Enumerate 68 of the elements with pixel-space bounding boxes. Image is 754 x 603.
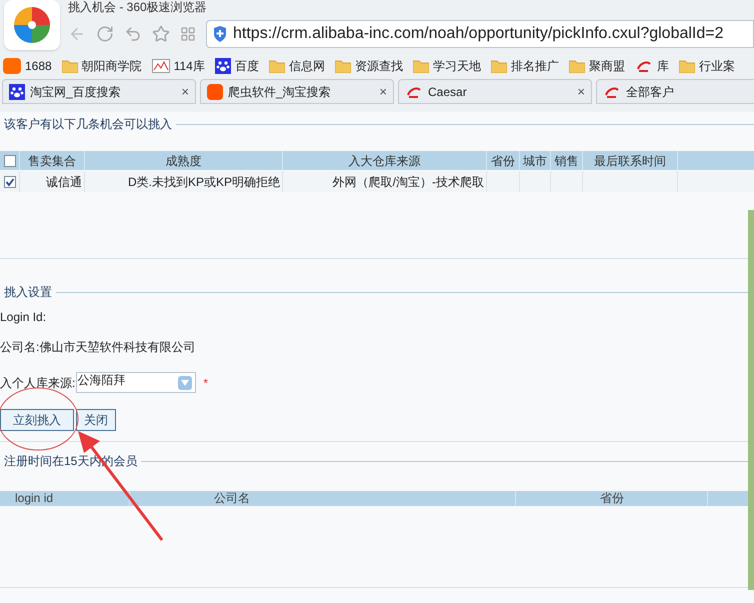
action-button[interactable]: 关闭 bbox=[76, 409, 116, 431]
company-name: 公司名:佛山市天堃软件科技有限公司 bbox=[0, 339, 196, 356]
table-cell-text: 外网（爬取/淘宝）-技术爬取 bbox=[332, 174, 484, 190]
column-header: 入大仓库来源 bbox=[348, 152, 420, 170]
bookmark-link[interactable]: 行业案 bbox=[698, 57, 735, 75]
bookmark-link[interactable]: 信息网 bbox=[288, 57, 325, 75]
column-header: 售卖集合 bbox=[28, 152, 76, 170]
action-button[interactable]: 立刻挑入 bbox=[0, 409, 74, 431]
undo-icon[interactable] bbox=[124, 25, 142, 43]
column-header: 最后联系时间 bbox=[594, 152, 666, 170]
folder-icon bbox=[568, 60, 585, 72]
grid-icon[interactable] bbox=[180, 26, 196, 42]
bookmark-link[interactable]: 聚商盟 bbox=[588, 57, 625, 75]
address-bar[interactable]: https://crm.alibaba-inc.com/noah/opportunity/pickInfo.cxul?globalId=2 bbox=[206, 20, 754, 48]
close-icon[interactable]: × bbox=[577, 82, 585, 102]
close-icon[interactable]: × bbox=[181, 82, 189, 102]
logo-icon bbox=[603, 84, 621, 98]
star-icon[interactable] bbox=[152, 25, 170, 43]
column-header: login id bbox=[15, 491, 54, 505]
shield-icon bbox=[213, 26, 227, 42]
back-icon[interactable] bbox=[68, 25, 86, 43]
section-title: 挑入设置 bbox=[3, 284, 53, 301]
folder-icon bbox=[334, 60, 351, 72]
column-header: 公司名 bbox=[214, 491, 250, 505]
logo-icon bbox=[405, 84, 423, 98]
paw-icon bbox=[9, 84, 25, 100]
table-row[interactable]: 诚信通 D类.未找到KP或KP明确拒绝 外网（爬取/淘宝）-技术爬取 bbox=[0, 171, 754, 192]
column-header: 省份 bbox=[491, 152, 515, 170]
table-cell-text: 诚信通 bbox=[46, 174, 82, 190]
bookmark-link[interactable]: 朝阳商学院 bbox=[82, 57, 142, 75]
folder-icon bbox=[490, 60, 507, 72]
browser-tab[interactable]: 全部客户 bbox=[596, 79, 754, 104]
bookmark-link[interactable]: 排名推广 bbox=[510, 57, 559, 75]
checkbox[interactable] bbox=[4, 154, 16, 166]
column-header: 省份 bbox=[600, 491, 624, 505]
checkbox[interactable] bbox=[4, 176, 16, 188]
browser-tab[interactable]: Caesar × bbox=[398, 79, 592, 104]
bookmark-link[interactable]: 库 bbox=[656, 57, 669, 75]
bookmark-link[interactable]: 学习天地 bbox=[432, 57, 481, 75]
source-select[interactable]: 公海陌拜 bbox=[76, 372, 196, 393]
source-label: 入个人库来源: bbox=[0, 374, 76, 392]
paw-icon bbox=[214, 58, 231, 74]
bookmark-link[interactable]: 114库 bbox=[174, 57, 205, 75]
bookmark-link[interactable]: 百度 bbox=[234, 57, 259, 75]
logo-icon bbox=[634, 59, 653, 73]
section-title: 该客户有以下几条机会可以挑入 bbox=[3, 116, 173, 133]
bookmark-link[interactable]: 资源查找 bbox=[354, 57, 403, 75]
browser-tab[interactable]: 淘宝网_百度搜索 × bbox=[2, 79, 196, 104]
dropdown-icon bbox=[178, 376, 192, 390]
refresh-icon[interactable] bbox=[96, 25, 114, 43]
chart-icon bbox=[152, 59, 170, 73]
browser-logo-icon[interactable] bbox=[4, 0, 60, 50]
window-title: 挑入机会 - 360极速浏览器 bbox=[68, 0, 207, 14]
column-header: 城市 bbox=[523, 152, 547, 170]
column-header: 销售 bbox=[554, 152, 578, 170]
close-icon[interactable]: × bbox=[379, 82, 387, 102]
required-marker: * bbox=[203, 374, 208, 392]
folder-icon bbox=[268, 60, 285, 72]
folder-icon bbox=[678, 60, 695, 72]
logo-icon bbox=[3, 58, 21, 74]
folder-icon bbox=[62, 60, 78, 72]
folder-icon bbox=[412, 60, 429, 72]
browser-tab[interactable]: 爬虫软件_淘宝搜索 × bbox=[200, 79, 394, 104]
column-header: 成熟度 bbox=[166, 152, 202, 170]
login-id-label: Login Id: bbox=[0, 309, 48, 326]
table-cell-text: D类.未找到KP或KP明确拒绝 bbox=[128, 174, 280, 190]
bookmark-link[interactable]: 1688 bbox=[25, 57, 52, 75]
logo-icon bbox=[207, 84, 223, 100]
